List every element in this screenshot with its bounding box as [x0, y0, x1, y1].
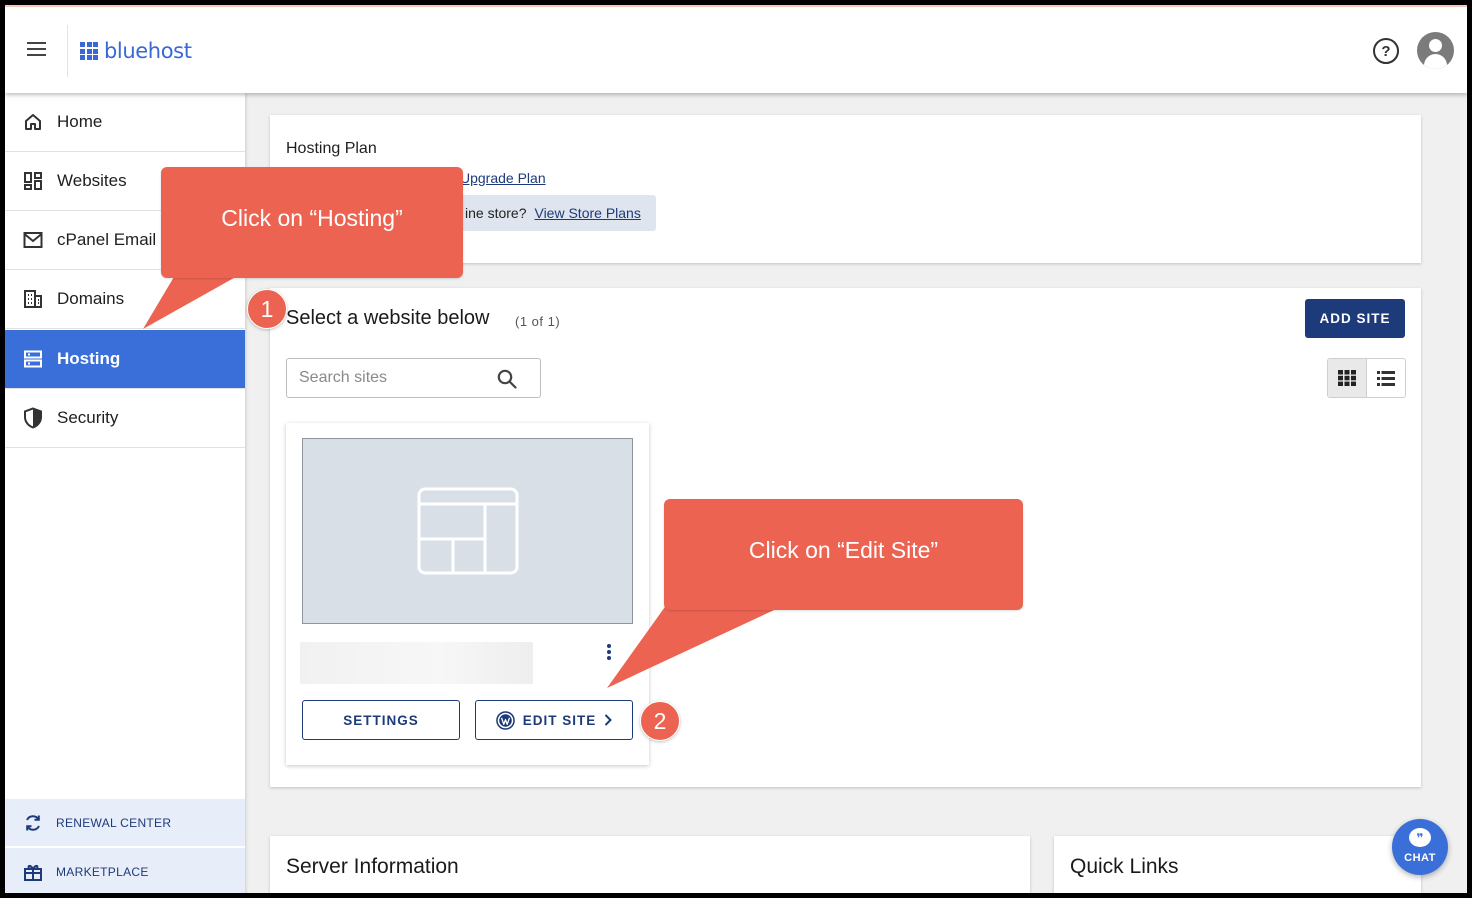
- sidebar-item-label: Websites: [57, 171, 127, 190]
- top-bar: bluehost ?: [5, 7, 1467, 93]
- site-name-blurred: [300, 642, 533, 684]
- sidebar-item-home[interactable]: Home: [5, 93, 245, 152]
- layout-placeholder-icon: [417, 487, 518, 575]
- sidebar-item-label: Security: [57, 408, 119, 427]
- sites-title: Select a website below: [286, 307, 490, 329]
- sites-count: (1 of 1): [515, 314, 561, 329]
- logo-grid-icon: [80, 42, 98, 60]
- store-prompt-text: ine store?: [465, 205, 527, 221]
- building-icon: [22, 288, 44, 310]
- step-badge-2: 2: [640, 701, 680, 741]
- settings-button-label: SETTINGS: [343, 712, 419, 728]
- user-avatar-icon[interactable]: [1417, 32, 1454, 69]
- upgrade-plan-link[interactable]: Upgrade Plan: [460, 170, 546, 186]
- annotation-callout-edit-site: Click on “Edit Site”: [664, 499, 1023, 610]
- chat-bubble-icon: ❞: [1409, 828, 1431, 847]
- quick-links-title: Quick Links: [1070, 855, 1179, 878]
- refresh-icon: [22, 812, 44, 834]
- settings-button[interactable]: SETTINGS: [302, 700, 460, 740]
- sidebar-item-label: Home: [57, 112, 103, 131]
- bluehost-logo[interactable]: bluehost: [80, 39, 192, 63]
- dashboard-grid-icon: [22, 170, 44, 192]
- grid-view-icon[interactable]: [1328, 359, 1367, 397]
- divider: [67, 25, 68, 77]
- view-toggle: [1327, 358, 1406, 398]
- chat-button[interactable]: ❞ CHAT: [1392, 819, 1448, 875]
- sidebar-item-security[interactable]: Security: [5, 389, 245, 448]
- edit-site-label: EDIT SITE: [522, 712, 597, 728]
- server-icon: [22, 348, 44, 370]
- logo-text: bluehost: [104, 39, 192, 63]
- chat-label: CHAT: [1404, 852, 1436, 864]
- list-view-icon[interactable]: [1367, 359, 1406, 397]
- mail-icon: [22, 229, 44, 251]
- renewal-center-label: RENEWAL CENTER: [56, 815, 172, 830]
- server-information-card: Server Information: [270, 836, 1030, 893]
- sidebar-marketplace[interactable]: MARKETPLACE: [5, 848, 245, 893]
- site-thumbnail[interactable]: [302, 438, 633, 624]
- quick-links-card: Quick Links: [1054, 836, 1421, 893]
- sidebar-renewal-center[interactable]: RENEWAL CENTER: [5, 799, 245, 846]
- search-input[interactable]: [299, 367, 489, 389]
- view-store-plans-link[interactable]: View Store Plans: [534, 205, 640, 221]
- sidebar-item-hosting[interactable]: Hosting: [5, 330, 245, 389]
- edit-site-button[interactable]: EDIT SITE: [475, 700, 633, 740]
- step-badge-1: 1: [247, 289, 287, 329]
- site-tile: SETTINGS EDIT SITE: [286, 423, 649, 765]
- gift-icon: [22, 861, 44, 883]
- hosting-plan-title: Hosting Plan: [286, 140, 377, 157]
- sidebar-item-label: Domains: [57, 289, 125, 308]
- hamburger-menu-icon[interactable]: [25, 40, 49, 58]
- app-window: bluehost ? Home Websites cPanel Email Do…: [5, 5, 1467, 893]
- chevron-right-icon: [605, 714, 613, 726]
- annotation-callout-hosting: Click on “Hosting”: [161, 167, 463, 278]
- home-icon: [22, 111, 44, 133]
- server-information-title: Server Information: [286, 855, 459, 878]
- wordpress-icon: [495, 710, 515, 730]
- sidebar-item-label: Hosting: [57, 349, 121, 368]
- callout-2-pointer: [607, 604, 787, 688]
- marketplace-label: MARKETPLACE: [56, 864, 149, 879]
- search-icon[interactable]: [496, 368, 518, 390]
- sidebar-item-label: cPanel Email: [57, 230, 157, 249]
- add-site-button[interactable]: ADD SITE: [1305, 299, 1405, 338]
- search-box: [286, 358, 541, 398]
- help-icon[interactable]: ?: [1373, 38, 1399, 64]
- shield-icon: [22, 407, 44, 429]
